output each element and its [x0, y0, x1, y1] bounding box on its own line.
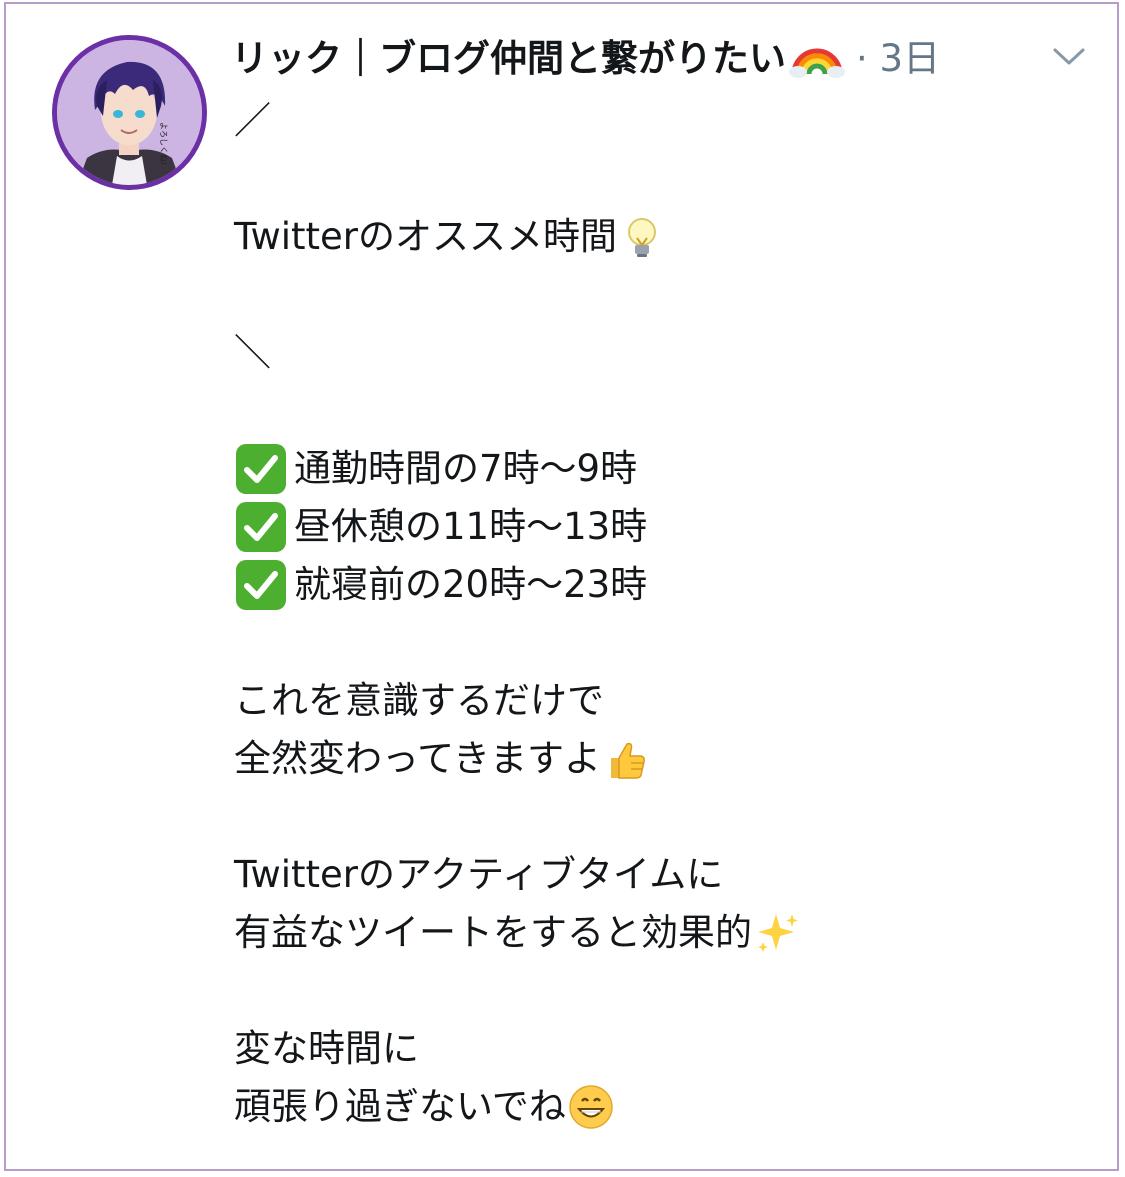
tweet-card[interactable]: よろしくね! リック｜ブログ仲間と繋がりたい · 3日 ／ Twitterのオス…	[4, 2, 1119, 1171]
list-item: 通勤時間の7時〜9時	[234, 440, 1094, 498]
text-line: 頑張り過ぎないでね	[234, 1078, 1094, 1136]
avatar-illustration: よろしくね!	[57, 40, 202, 185]
text-line: Twitterのオススメ時間	[234, 208, 1094, 266]
text-line: これを意識するだけで	[234, 679, 604, 722]
tweet-header: リック｜ブログ仲間と繋がりたい · 3日	[231, 30, 1067, 80]
tweet-timestamp[interactable]: · 3日	[856, 28, 940, 82]
thumbs-up-icon	[611, 742, 645, 779]
tweet-text: ／ Twitterのオススメ時間 ＼ 通勤時間の7時〜9時 昼休憩の11時〜13…	[234, 92, 1094, 1136]
display-name[interactable]: リック｜ブログ仲間と繋がりたい	[231, 28, 786, 82]
list-item: 就寝前の20時〜23時	[234, 556, 1094, 614]
text-line: 全然変わってきますよ	[234, 730, 1094, 788]
text-line: Twitterのアクティブタイムに	[234, 853, 724, 896]
check-mark-button-icon	[236, 502, 286, 552]
rainbow-icon	[789, 48, 845, 78]
list-item: 昼休憩の11時〜13時	[234, 498, 1094, 556]
grinning-face-icon	[569, 1085, 613, 1129]
chevron-down-icon[interactable]	[1051, 44, 1087, 68]
text-line: ＼	[234, 331, 271, 374]
sparkles-icon	[758, 914, 798, 952]
text-line: 変な時間に	[234, 1027, 419, 1070]
avatar[interactable]: よろしくね!	[52, 35, 207, 190]
text-line: ／	[234, 99, 271, 142]
check-mark-button-icon	[236, 444, 286, 494]
check-mark-button-icon	[236, 560, 286, 610]
light-bulb-icon	[628, 218, 657, 257]
text-line: 有益なツイートをすると効果的	[234, 904, 1094, 962]
svg-text:よろしくね!: よろしくね!	[159, 122, 168, 165]
